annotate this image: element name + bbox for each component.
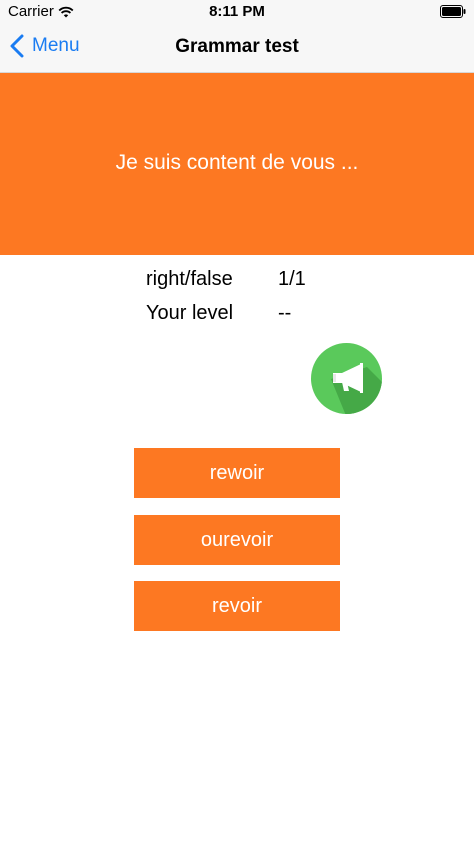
speaker-button[interactable] xyxy=(311,343,382,414)
nav-bar: Menu Grammar test xyxy=(0,24,474,73)
level-label: Your level xyxy=(146,302,234,324)
answer-button-2[interactable]: ourevoir xyxy=(134,515,340,565)
megaphone-icon xyxy=(331,363,382,414)
status-time: 8:11 PM xyxy=(209,3,265,20)
question-text: Je suis content de vous ... xyxy=(115,151,359,174)
answer-button-3[interactable]: revoir xyxy=(134,581,340,631)
score-label: right/false xyxy=(146,268,233,290)
question-banner: Je suis content de vous ... xyxy=(0,73,474,255)
level-value: -- xyxy=(278,302,292,324)
page-title: Grammar test xyxy=(175,36,299,57)
score-value: 1/1 xyxy=(278,268,306,290)
answer-button-1[interactable]: rewoir xyxy=(134,448,340,498)
battery-icon xyxy=(440,5,466,18)
status-bar: Carrier 8:11 PM xyxy=(0,0,474,24)
